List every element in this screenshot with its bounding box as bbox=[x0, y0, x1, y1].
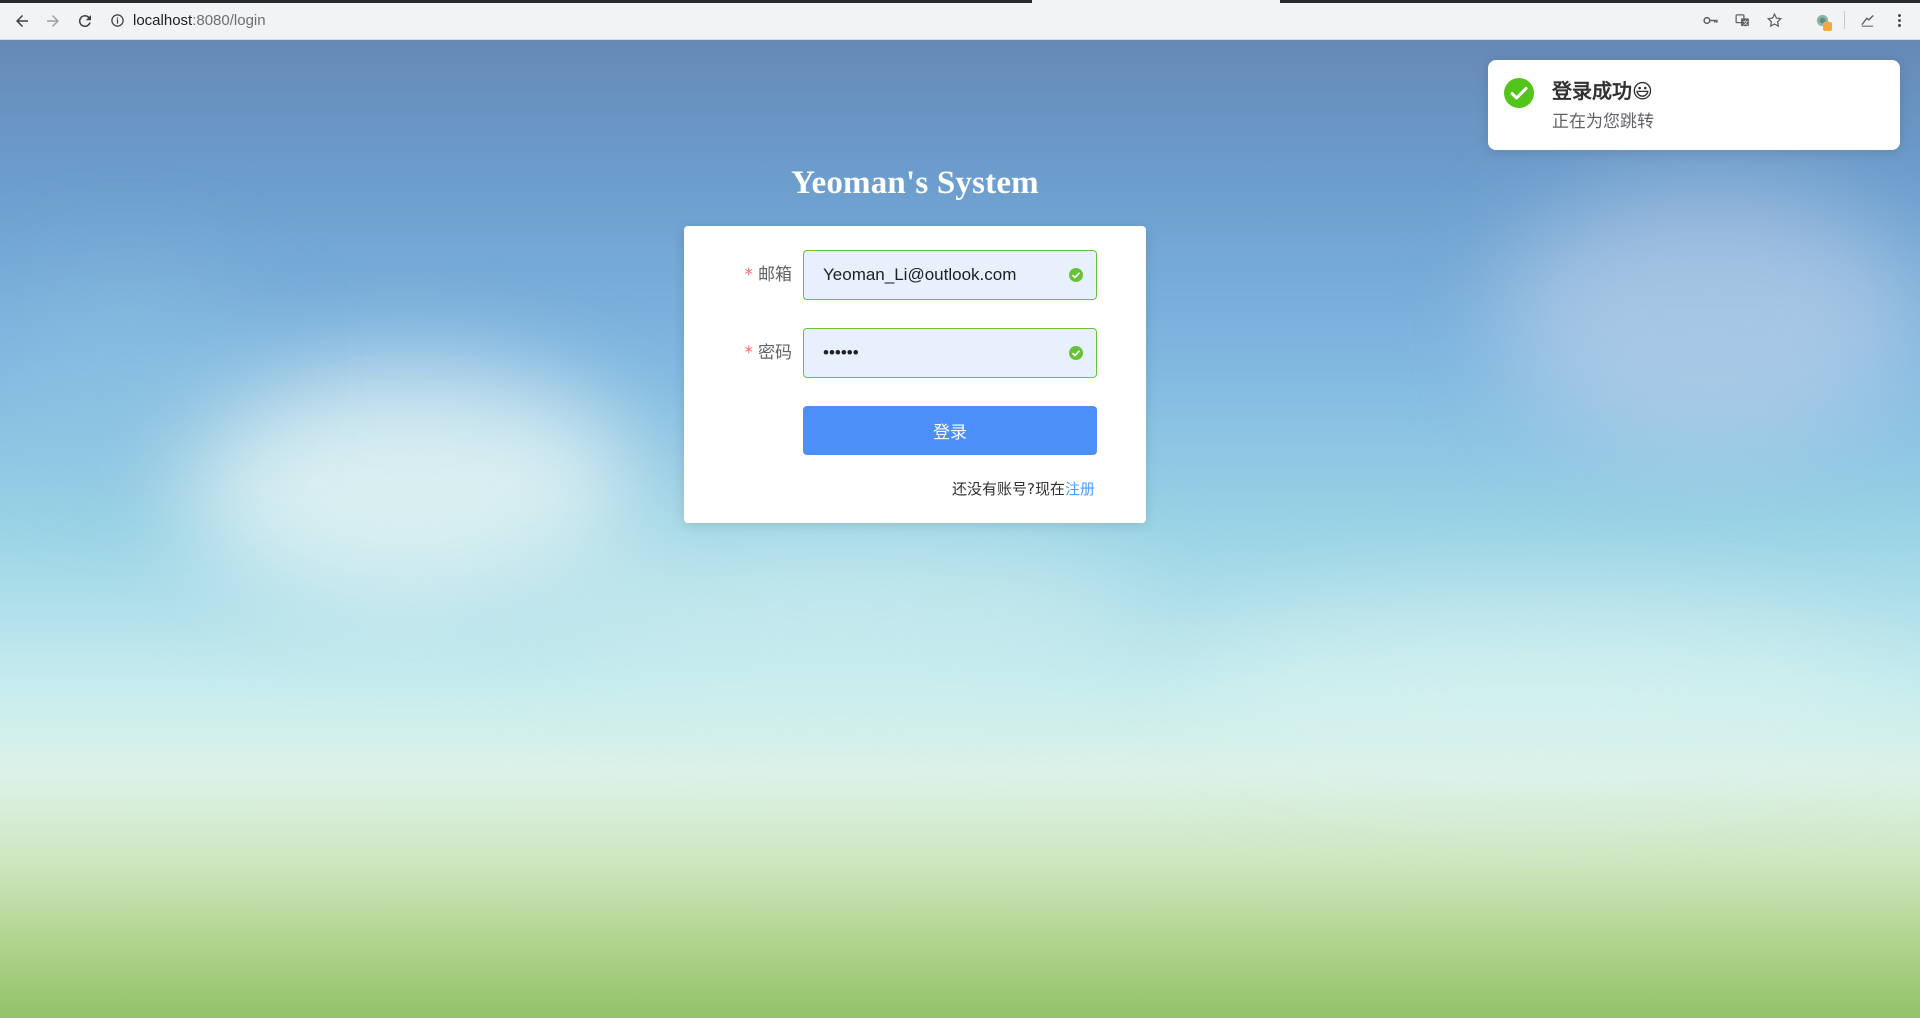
url-path: :8080/login bbox=[192, 11, 266, 29]
page-title: Yeoman's System bbox=[791, 165, 1039, 201]
extension-icon[interactable] bbox=[1809, 8, 1835, 32]
forward-arrow-icon[interactable] bbox=[40, 8, 66, 34]
email-field[interactable] bbox=[804, 251, 1054, 299]
info-icon[interactable] bbox=[110, 13, 125, 28]
register-prompt: 还没有账号?现在注册 bbox=[952, 480, 1095, 498]
reload-icon[interactable] bbox=[72, 8, 98, 34]
menu-icon[interactable] bbox=[1886, 8, 1912, 32]
star-icon[interactable] bbox=[1761, 8, 1787, 32]
email-row: * 邮箱 bbox=[684, 250, 1146, 300]
login-page: Yeoman's System *邮箱 *密码 登录 还没有账号?现在注册 bbox=[0, 40, 1920, 1018]
address-bar[interactable]: localhost:8080/login bbox=[110, 7, 1670, 33]
password-field-wrapper bbox=[803, 328, 1097, 378]
url-host: localhost bbox=[133, 11, 193, 29]
login-button[interactable]: 登录 bbox=[803, 406, 1097, 455]
tab-strip bbox=[0, 0, 1920, 3]
register-link[interactable]: 注册 bbox=[1065, 480, 1095, 498]
password-row: * 密码 bbox=[684, 328, 1146, 378]
success-notification: 登录成功😃 正在为您跳转 bbox=[1488, 60, 1900, 150]
required-mark: * bbox=[744, 343, 754, 363]
check-circle-icon bbox=[1068, 345, 1084, 361]
success-check-icon bbox=[1504, 78, 1534, 108]
email-field-wrapper bbox=[803, 250, 1097, 300]
password-field[interactable] bbox=[804, 329, 1054, 377]
translate-icon[interactable]: 文 bbox=[1729, 8, 1755, 32]
key-icon[interactable] bbox=[1697, 8, 1723, 32]
tools-icon[interactable] bbox=[1854, 8, 1880, 32]
notification-message: 正在为您跳转 bbox=[1552, 112, 1654, 132]
login-card: *邮箱 *密码 登录 还没有账号?现在注册 bbox=[684, 226, 1146, 523]
back-arrow-icon[interactable] bbox=[9, 8, 35, 34]
browser-toolbar: localhost:8080/login 文 bbox=[0, 0, 1920, 40]
required-mark: * bbox=[744, 265, 754, 285]
password-label: * 密码 bbox=[744, 343, 793, 363]
email-label: * 邮箱 bbox=[744, 265, 793, 285]
notification-title: 登录成功😃 bbox=[1552, 79, 1653, 103]
check-circle-icon bbox=[1068, 267, 1084, 283]
